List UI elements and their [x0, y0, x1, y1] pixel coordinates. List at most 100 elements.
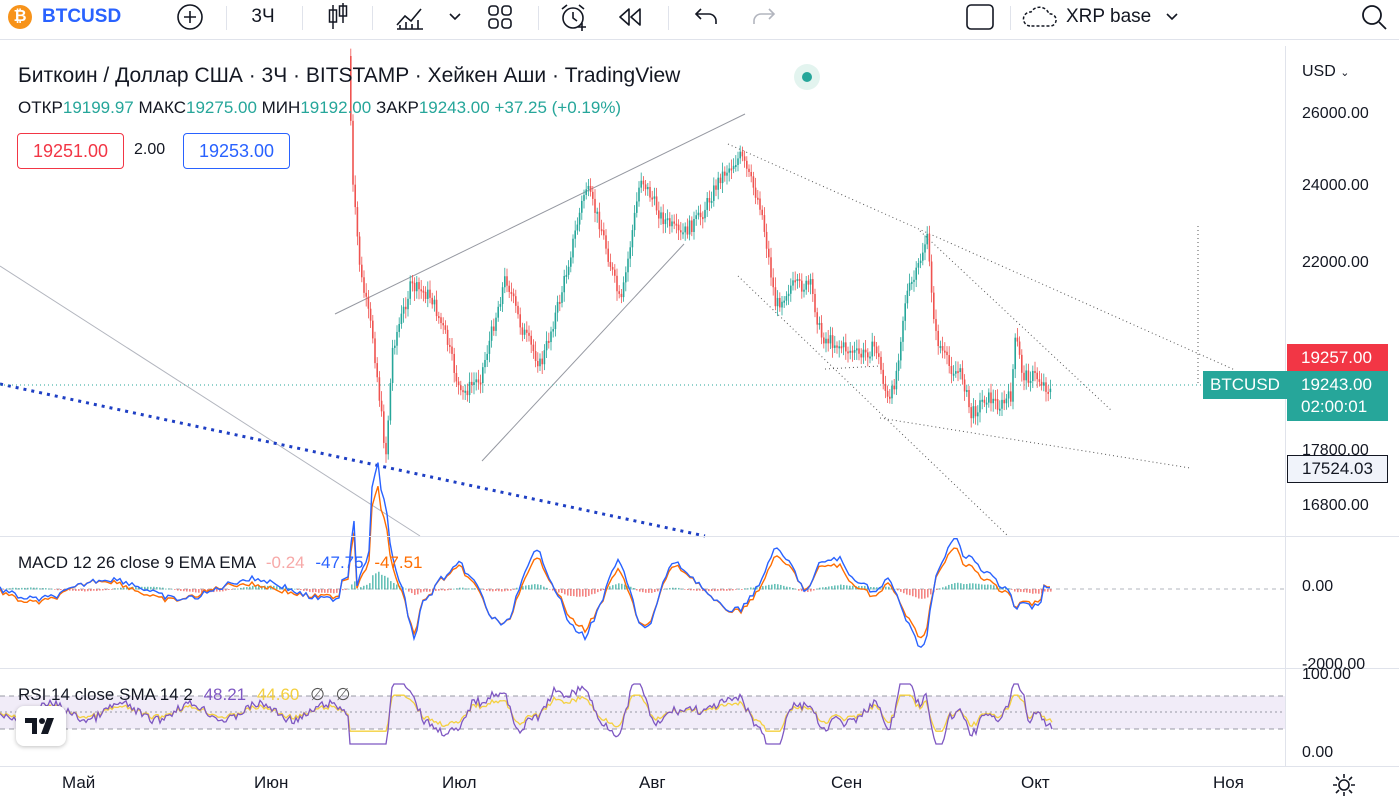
candle-body — [724, 171, 726, 176]
candle-body — [609, 261, 612, 267]
candle-body — [585, 189, 587, 195]
layout-button[interactable] — [480, 0, 520, 34]
candle-body — [785, 296, 788, 301]
trendline[interactable] — [334, 113, 746, 315]
indicators-dropdown[interactable] — [440, 0, 470, 34]
trendline-dotted[interactable] — [919, 230, 1113, 412]
market-status-icon[interactable] — [794, 64, 820, 90]
candle-body — [842, 342, 845, 348]
macd-histogram-bar — [984, 584, 986, 590]
candle-body — [660, 212, 662, 219]
alert-button[interactable] — [554, 0, 594, 34]
candle-body — [774, 287, 777, 307]
macd-histogram-bar — [162, 587, 164, 590]
macd-histogram-bar — [33, 587, 35, 590]
support-line-blue[interactable] — [0, 382, 706, 538]
trendline[interactable] — [481, 243, 685, 462]
candle-body — [570, 257, 572, 267]
candle-body — [418, 282, 420, 290]
macd-histogram-bar — [84, 589, 86, 592]
candle-body — [908, 282, 911, 291]
candle-body — [1012, 369, 1014, 402]
candle-body — [669, 218, 671, 227]
macd-histogram-bar — [900, 589, 902, 592]
candle-body — [583, 194, 585, 201]
candle-body — [622, 282, 625, 298]
candle-body — [1038, 379, 1041, 382]
candle-body — [710, 200, 713, 203]
candle-body — [792, 280, 794, 286]
candle-body — [849, 350, 851, 353]
macd-histogram-bar — [558, 589, 560, 593]
trendline-dotted[interactable] — [737, 275, 1009, 537]
symbol-search-button[interactable]: ₿ BTCUSD — [8, 0, 158, 34]
rsi-legend[interactable]: RSI 14 close SMA 14 2 48.21 44.60 ∅ ∅ — [18, 685, 350, 705]
search-button[interactable] — [1354, 0, 1394, 34]
macd-histogram-bar — [243, 587, 245, 590]
bar-style-button[interactable] — [320, 0, 356, 34]
open-label: ОТКР — [18, 98, 63, 117]
time-axis[interactable]: Май Июн Июл Авг Сен Окт Ноя — [0, 766, 1399, 812]
candle-body — [746, 160, 748, 169]
macd-histogram-bar — [732, 589, 734, 591]
macd-histogram-bar — [816, 588, 818, 590]
macd-legend[interactable]: MACD 12 26 close 9 EMA EMA -0.24 -47.75 … — [18, 553, 423, 573]
candle-body — [688, 220, 691, 235]
macd-histogram-bar — [93, 589, 95, 591]
tradingview-logo[interactable] — [16, 706, 66, 746]
candle-body — [781, 301, 783, 308]
trendline-dotted[interactable] — [879, 417, 1191, 469]
candle-body — [543, 350, 546, 365]
candle-body — [455, 372, 458, 382]
trendline-dotted[interactable] — [727, 143, 1236, 371]
trendline[interactable] — [0, 265, 421, 537]
candle-body — [497, 306, 499, 318]
candle-body — [451, 346, 453, 354]
candle-body — [963, 379, 966, 392]
candle-body — [869, 356, 871, 359]
redo-button[interactable] — [744, 0, 784, 34]
add-symbol-button[interactable] — [170, 0, 210, 34]
macd-histogram-bar — [609, 586, 611, 590]
macd-histogram-bar — [582, 589, 584, 597]
macd-histogram-bar — [525, 585, 527, 590]
macd-histogram-bar — [393, 583, 395, 590]
pane-separator[interactable] — [0, 668, 1399, 669]
candle-body — [589, 185, 592, 192]
macd-histogram-bar — [936, 589, 938, 590]
candle-body — [847, 351, 849, 354]
candle-body — [501, 287, 504, 305]
fullscreen-button[interactable] — [960, 0, 1000, 34]
chart-settings-button[interactable] — [1330, 771, 1358, 804]
layout-save-button[interactable]: XRP base — [1020, 0, 1195, 34]
candle-body — [361, 264, 363, 278]
candle-body — [552, 329, 554, 332]
candle-body — [739, 151, 741, 159]
candle-body — [827, 338, 829, 344]
buy-button[interactable]: 19253.00 — [183, 133, 290, 169]
macd-histogram-bar — [375, 573, 377, 590]
undo-button[interactable] — [686, 0, 726, 34]
candle-body — [836, 345, 838, 348]
pane-separator[interactable] — [0, 536, 1399, 537]
candle-body — [915, 267, 917, 280]
change-value: +37.25 (+0.19%) — [494, 98, 622, 117]
candle-body — [592, 191, 594, 199]
macd-histogram-bar — [750, 587, 752, 590]
candle-body — [856, 348, 858, 351]
close-label: ЗАКР — [375, 98, 419, 117]
macd-histogram-bar — [774, 583, 776, 590]
sell-button[interactable]: 19251.00 — [17, 133, 124, 169]
interval-button[interactable]: 3Ч — [240, 0, 286, 34]
indicators-button[interactable] — [390, 0, 430, 34]
candle-body — [596, 211, 598, 214]
replay-button[interactable] — [610, 0, 650, 34]
candle-body — [389, 383, 392, 421]
macd-histogram-bar — [114, 588, 116, 590]
rsi-extra-value: ∅ — [310, 685, 325, 704]
candle-body — [402, 306, 405, 314]
currency-selector[interactable]: USD ⌄ — [1302, 63, 1349, 81]
macd-histogram-bar — [87, 589, 89, 592]
candle-body — [935, 319, 937, 331]
price-tick: 24000.00 — [1302, 177, 1369, 194]
